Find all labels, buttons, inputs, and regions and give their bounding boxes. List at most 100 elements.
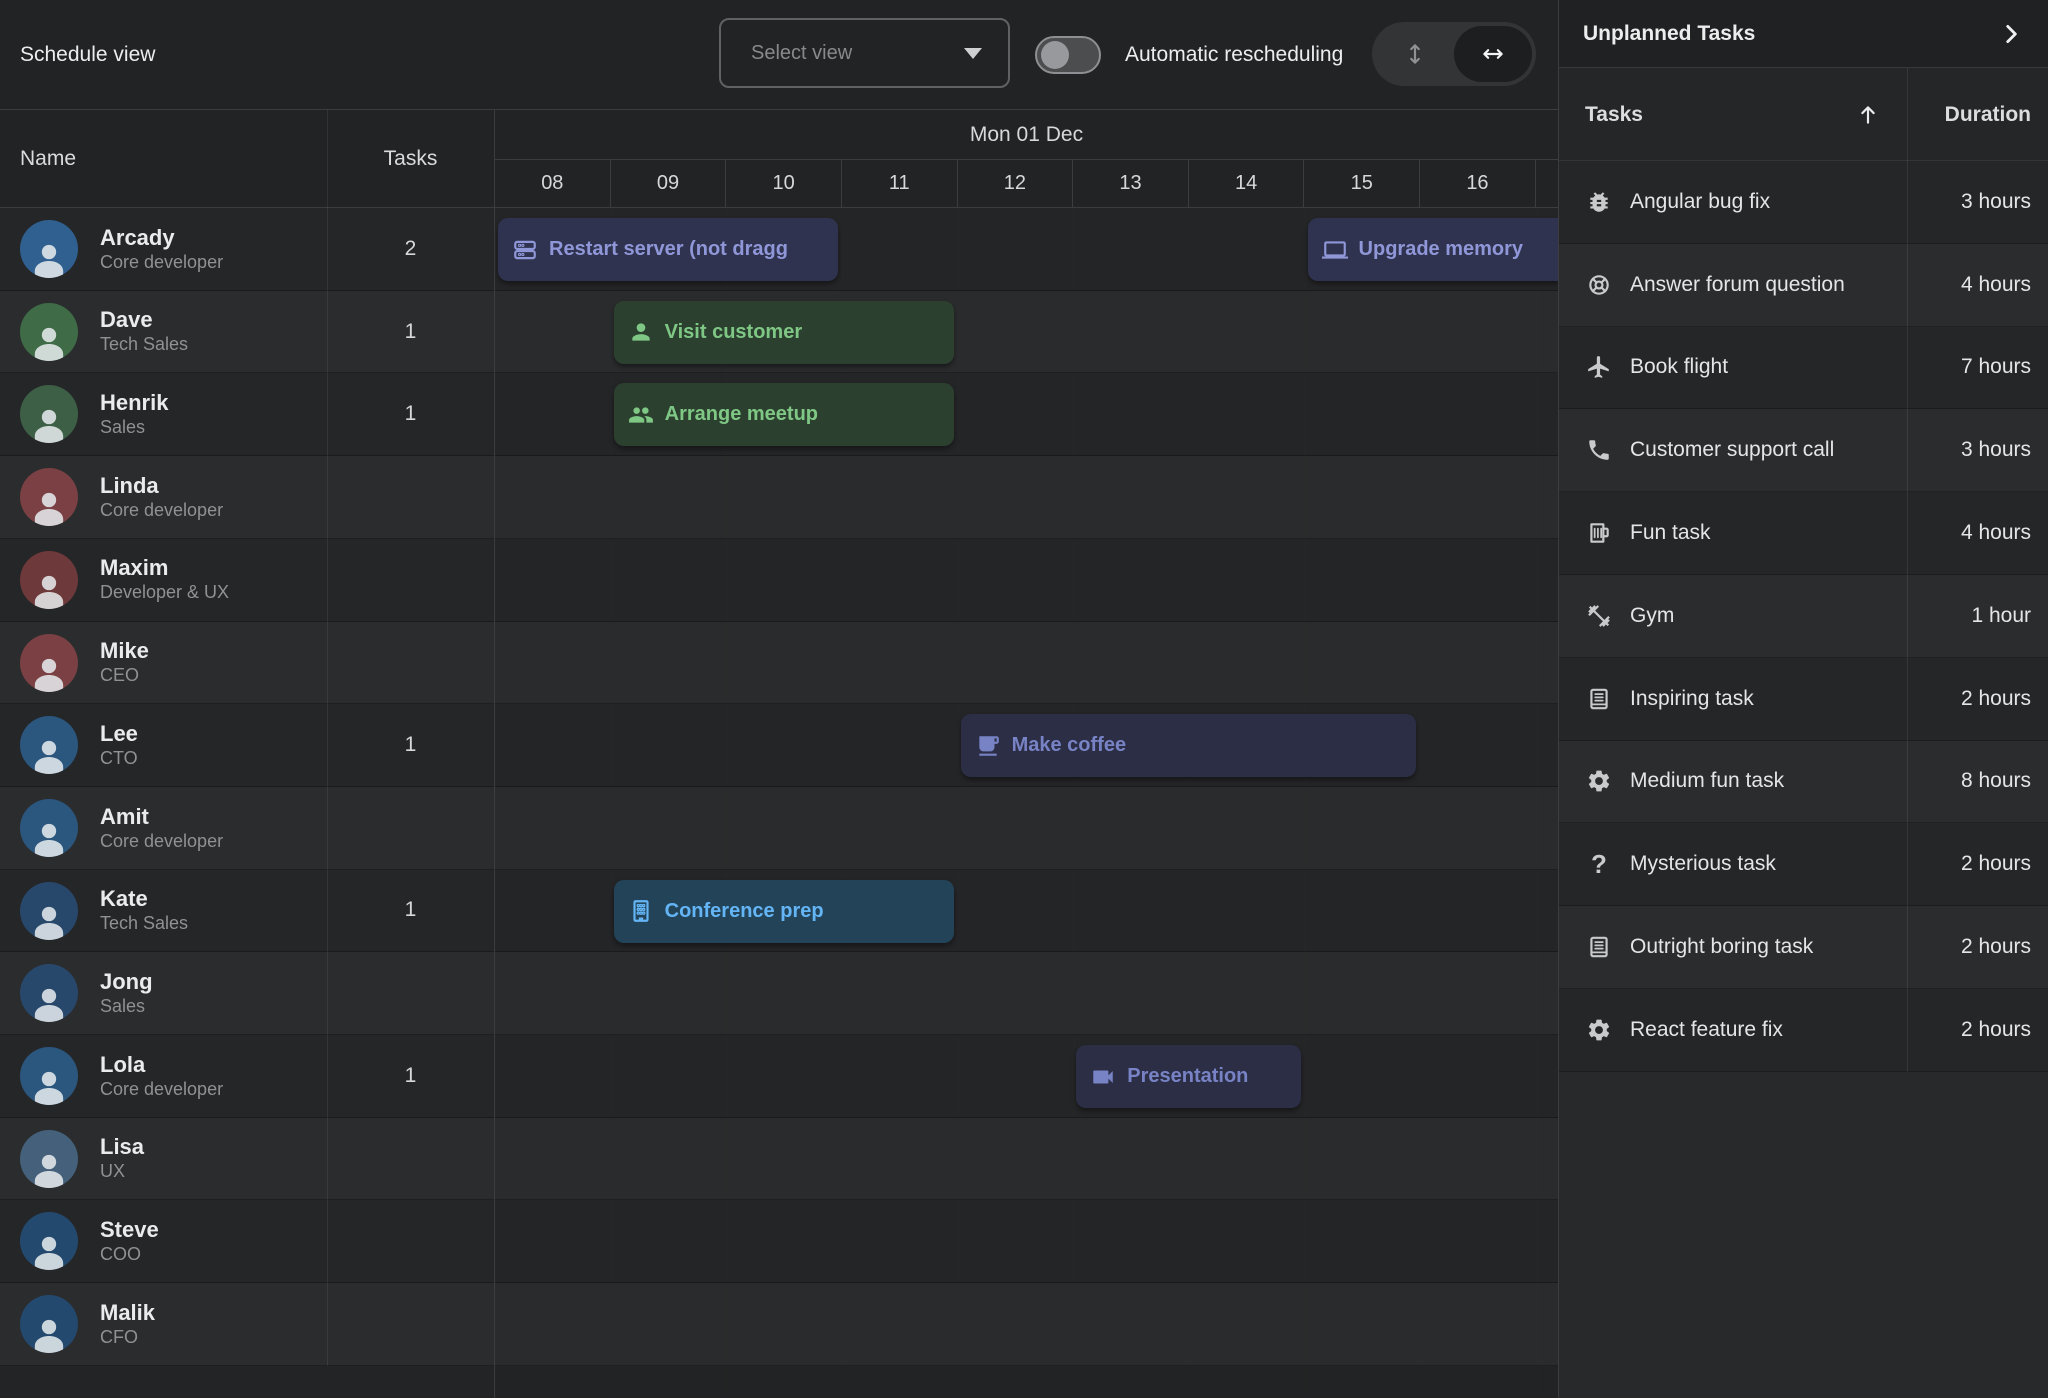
resource-role: CTO [100,747,138,770]
resource-row[interactable]: LindaCore developer [0,456,494,539]
panel-header: Unplanned Tasks [1559,0,2048,68]
auto-reschedule-toggle[interactable] [1035,36,1101,74]
unplanned-task-row[interactable]: Outright boring task2 hours [1559,906,2048,989]
hour-label: 08 [495,160,611,207]
unplanned-task-row[interactable]: Book flight7 hours [1559,327,2048,410]
task-label: Medium fun task [1630,769,1784,793]
resource-task-count: 1 [327,373,494,455]
resource-task-count [327,1118,494,1200]
schedule-row[interactable] [495,456,1558,539]
hour-label: 09 [611,160,727,207]
resource-row[interactable]: LisaUX [0,1118,494,1201]
panel-column-headers: Tasks Duration [1559,68,2048,161]
schedule-row[interactable] [495,1200,1558,1283]
schedule-empty-area [495,1366,1558,1397]
unplanned-task-row[interactable]: Gym1 hour [1559,575,2048,658]
select-view-placeholder: Select view [751,42,852,65]
resource-info: JongSales [100,952,153,1034]
unplanned-task-row[interactable]: Customer support call3 hours [1559,409,2048,492]
task-duration: 3 hours [1961,438,2031,462]
resource-grid: Name Tasks ArcadyCore developer2DaveTech… [0,110,494,1398]
unplanned-task-row[interactable]: Medium fun task8 hours [1559,741,2048,824]
schedule-row[interactable] [495,952,1558,1035]
event-bar[interactable]: Arrange meetup [614,383,954,446]
resource-name: Linda [100,473,223,499]
resource-role: Core developer [100,251,223,274]
resource-name: Henrik [100,390,168,416]
event-bar[interactable]: Make coffee [961,714,1417,777]
event-bar[interactable]: Visit customer [614,301,954,364]
question-icon: ? [1585,851,1613,877]
resource-row[interactable]: ArcadyCore developer2 [0,208,494,291]
resource-row[interactable]: HenrikSales 1 [0,373,494,456]
avatar [20,303,78,361]
sort-ascending-icon[interactable] [1855,68,1881,161]
resource-role: CEO [100,664,149,687]
unplanned-task-row[interactable]: Answer forum question4 hours [1559,244,2048,327]
unplanned-task-row[interactable]: Inspiring task2 hours [1559,658,2048,741]
resource-name: Arcady [100,225,223,251]
avatar [20,799,78,857]
auto-reschedule-control: Automatic rescheduling [1035,0,1343,110]
event-bar[interactable]: Upgrade memory [1308,218,1559,281]
task-label: Angular bug fix [1630,190,1770,214]
resource-task-count [327,456,494,538]
task-label: Mysterious task [1630,852,1776,876]
resource-role: Sales [100,416,168,439]
resource-info: HenrikSales [100,373,168,455]
resource-row[interactable]: JongSales [0,952,494,1035]
select-view-dropdown[interactable]: Select view [719,18,1010,88]
day-header: Mon 01 Dec [495,110,1558,160]
resource-row[interactable]: DaveTech Sales1 [0,291,494,374]
resource-task-count [327,622,494,704]
schedule-row[interactable] [495,1118,1558,1201]
building-icon [628,898,654,924]
unplanned-task-row[interactable]: React feature fix2 hours [1559,989,2048,1072]
hour-label: 14 [1189,160,1305,207]
task-label: Book flight [1630,355,1728,379]
book-icon [1585,934,1613,960]
resource-info: LindaCore developer [100,456,223,538]
resource-row[interactable]: KateTech Sales1 [0,870,494,953]
name-column-header[interactable]: Name [20,110,76,208]
task-duration: 3 hours [1961,190,2031,214]
event-label: Presentation [1127,1065,1248,1088]
panel-tasks-header[interactable]: Tasks [1585,68,1643,161]
resource-role: UX [100,1160,144,1183]
page-title: Schedule view [20,0,155,110]
resource-task-count [327,1200,494,1282]
avatar [20,634,78,692]
resource-row[interactable]: MikeCEO [0,622,494,705]
unplanned-task-row[interactable]: ?Mysterious task2 hours [1559,823,2048,906]
schedule-row[interactable] [495,539,1558,622]
beer-icon [1585,520,1613,546]
chevron-right-icon[interactable] [1998,21,2024,47]
resource-row[interactable]: SteveCOO [0,1200,494,1283]
schedule-area: Restart server (not dragg Upgrade memory V… [495,208,1558,1397]
schedule-row[interactable] [495,1283,1558,1366]
hour-header: 080910111213141516 [495,160,1558,208]
resource-row[interactable]: MaximDeveloper & UX [0,539,494,622]
event-bar[interactable]: Conference prep [614,880,954,943]
schedule-row[interactable] [495,622,1558,705]
horizontal-arrows-icon[interactable] [1454,26,1532,82]
unplanned-task-row[interactable]: Fun task4 hours [1559,492,2048,575]
task-label: Answer forum question [1630,273,1845,297]
resource-row[interactable]: MalikCFO [0,1283,494,1366]
schedule-row[interactable] [495,1035,1558,1118]
schedule-row[interactable] [495,787,1558,870]
resource-row[interactable]: LolaCore developer1 [0,1035,494,1118]
resource-role: Tech Sales [100,912,188,935]
unplanned-task-row[interactable]: Angular bug fix 3 hours [1559,161,2048,244]
hour-label: 11 [842,160,958,207]
resource-info: LeeCTO [100,704,138,786]
event-bar[interactable]: Presentation [1076,1045,1300,1108]
tasks-column-header[interactable]: Tasks [327,110,494,208]
resource-role: Core developer [100,499,223,522]
resource-row[interactable]: AmitCore developer [0,787,494,870]
resource-info: MalikCFO [100,1283,155,1365]
task-label: Gym [1630,604,1674,628]
vertical-arrows-icon[interactable] [1372,22,1458,86]
event-bar[interactable]: Restart server (not dragg [498,218,838,281]
resource-row[interactable]: LeeCTO1 [0,704,494,787]
